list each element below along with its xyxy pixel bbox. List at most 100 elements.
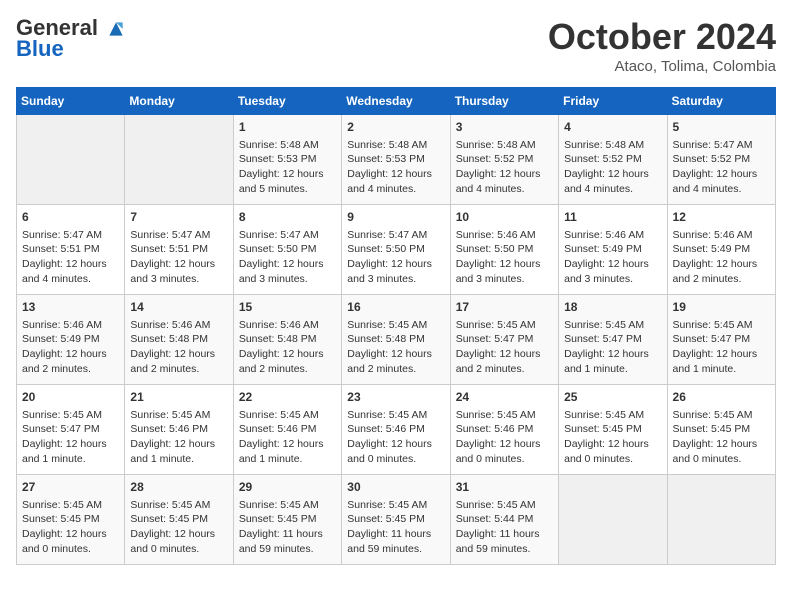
calendar-cell: 6Sunrise: 5:47 AM Sunset: 5:51 PM Daylig…	[17, 205, 125, 295]
calendar-table: SundayMondayTuesdayWednesdayThursdayFrid…	[16, 87, 776, 565]
col-header-tuesday: Tuesday	[233, 88, 341, 115]
col-header-saturday: Saturday	[667, 88, 775, 115]
calendar-cell: 14 Sunrise: 5:46 AM Sunset: 5:48 PM Dayli…	[125, 295, 233, 385]
location: Ataco, Tolima, Colombia	[548, 58, 776, 75]
day-info: Sunrise: 5:46 AM Sunset: 5:49 PM Dayligh…	[564, 228, 661, 287]
calendar-cell: 16 Sunrise: 5:45 AM Sunset: 5:48 PM Dayli…	[342, 295, 450, 385]
calendar-cell: 30Sunrise: 5:45 AM Sunset: 5:45 PM Dayli…	[342, 475, 450, 565]
day-number: 17	[456, 299, 553, 316]
calendar-cell: 4 Sunrise: 5:48 AM Sunset: 5:52 PM Daylig…	[559, 115, 667, 205]
day-info: Sunrise: 5:45 AM Sunset: 5:45 PM Dayligh…	[564, 408, 661, 467]
day-info: Sunrise: 5:48 AM Sunset: 5:53 PM Dayligh…	[347, 138, 444, 197]
day-info: Sunrise: 5:45 AM Sunset: 5:46 PM Dayligh…	[130, 408, 227, 467]
calendar-cell: 15 Sunrise: 5:46 AM Sunset: 5:48 PM Dayli…	[233, 295, 341, 385]
calendar-cell: 29 Sunrise: 5:45 AM Sunset: 5:45 PM Dayli…	[233, 475, 341, 565]
day-info: Sunrise: 5:46 AM Sunset: 5:49 PM Dayligh…	[673, 228, 770, 287]
day-number: 7	[130, 209, 227, 226]
day-info: Sunrise: 5:48 AM Sunset: 5:52 PM Dayligh…	[456, 138, 553, 197]
day-info: Sunrise: 5:45 AM Sunset: 5:44 PM Dayligh…	[456, 498, 553, 557]
day-number: 5	[673, 119, 770, 136]
day-number: 1	[239, 119, 336, 136]
day-number: 8	[239, 209, 336, 226]
calendar-cell: 26 Sunrise: 5:45 AM Sunset: 5:45 PM Dayli…	[667, 385, 775, 475]
day-info: Sunrise: 5:46 AM Sunset: 5:49 PM Dayligh…	[22, 318, 119, 377]
calendar-cell: 24Sunrise: 5:45 AM Sunset: 5:46 PM Dayli…	[450, 385, 558, 475]
calendar-cell: 10 Sunrise: 5:46 AM Sunset: 5:50 PM Dayli…	[450, 205, 558, 295]
calendar-cell	[559, 475, 667, 565]
day-number: 13	[22, 299, 119, 316]
day-number: 24	[456, 389, 553, 406]
day-info: Sunrise: 5:45 AM Sunset: 5:46 PM Dayligh…	[347, 408, 444, 467]
calendar-cell: 7 Sunrise: 5:47 AM Sunset: 5:51 PM Daylig…	[125, 205, 233, 295]
calendar-cell: 21 Sunrise: 5:45 AM Sunset: 5:46 PM Dayli…	[125, 385, 233, 475]
calendar-cell	[667, 475, 775, 565]
day-info: Sunrise: 5:45 AM Sunset: 5:45 PM Dayligh…	[673, 408, 770, 467]
calendar-header-row: SundayMondayTuesdayWednesdayThursdayFrid…	[17, 88, 776, 115]
day-info: Sunrise: 5:45 AM Sunset: 5:45 PM Dayligh…	[22, 498, 119, 557]
day-info: Sunrise: 5:45 AM Sunset: 5:45 PM Dayligh…	[347, 498, 444, 557]
calendar-cell	[125, 115, 233, 205]
calendar-cell: 3 Sunrise: 5:48 AM Sunset: 5:52 PM Daylig…	[450, 115, 558, 205]
day-info: Sunrise: 5:45 AM Sunset: 5:47 PM Dayligh…	[564, 318, 661, 377]
calendar-cell: 18 Sunrise: 5:45 AM Sunset: 5:47 PM Dayli…	[559, 295, 667, 385]
day-info: Sunrise: 5:47 AM Sunset: 5:51 PM Dayligh…	[130, 228, 227, 287]
calendar-cell: 12 Sunrise: 5:46 AM Sunset: 5:49 PM Dayli…	[667, 205, 775, 295]
day-info: Sunrise: 5:46 AM Sunset: 5:50 PM Dayligh…	[456, 228, 553, 287]
calendar-week-4: 20Sunrise: 5:45 AM Sunset: 5:47 PM Dayli…	[17, 385, 776, 475]
day-number: 31	[456, 479, 553, 496]
day-info: Sunrise: 5:45 AM Sunset: 5:45 PM Dayligh…	[239, 498, 336, 557]
day-number: 22	[239, 389, 336, 406]
day-number: 28	[130, 479, 227, 496]
calendar-week-1: 1 Sunrise: 5:48 AM Sunset: 5:53 PM Daylig…	[17, 115, 776, 205]
day-number: 23	[347, 389, 444, 406]
day-number: 16	[347, 299, 444, 316]
day-info: Sunrise: 5:46 AM Sunset: 5:48 PM Dayligh…	[239, 318, 336, 377]
day-number: 20	[22, 389, 119, 406]
calendar-cell: 25 Sunrise: 5:45 AM Sunset: 5:45 PM Dayli…	[559, 385, 667, 475]
day-info: Sunrise: 5:48 AM Sunset: 5:53 PM Dayligh…	[239, 138, 336, 197]
day-number: 12	[673, 209, 770, 226]
day-info: Sunrise: 5:45 AM Sunset: 5:47 PM Dayligh…	[673, 318, 770, 377]
day-number: 10	[456, 209, 553, 226]
col-header-sunday: Sunday	[17, 88, 125, 115]
day-number: 18	[564, 299, 661, 316]
day-number: 25	[564, 389, 661, 406]
calendar-cell: 28 Sunrise: 5:45 AM Sunset: 5:45 PM Dayli…	[125, 475, 233, 565]
day-number: 4	[564, 119, 661, 136]
day-number: 11	[564, 209, 661, 226]
calendar-cell: 13 Sunrise: 5:46 AM Sunset: 5:49 PM Dayli…	[17, 295, 125, 385]
day-number: 21	[130, 389, 227, 406]
calendar-cell	[17, 115, 125, 205]
day-number: 19	[673, 299, 770, 316]
calendar-week-5: 27Sunrise: 5:45 AM Sunset: 5:45 PM Dayli…	[17, 475, 776, 565]
day-info: Sunrise: 5:47 AM Sunset: 5:50 PM Dayligh…	[347, 228, 444, 287]
calendar-cell: 8Sunrise: 5:47 AM Sunset: 5:50 PM Daylig…	[233, 205, 341, 295]
calendar-cell: 23 Sunrise: 5:45 AM Sunset: 5:46 PM Dayli…	[342, 385, 450, 475]
calendar-cell: 5Sunrise: 5:47 AM Sunset: 5:52 PM Daylig…	[667, 115, 775, 205]
col-header-friday: Friday	[559, 88, 667, 115]
day-number: 26	[673, 389, 770, 406]
col-header-wednesday: Wednesday	[342, 88, 450, 115]
calendar-cell: 27Sunrise: 5:45 AM Sunset: 5:45 PM Dayli…	[17, 475, 125, 565]
page-header: General Blue October 2024 Ataco, Tolima,…	[16, 16, 776, 75]
calendar-cell: 11 Sunrise: 5:46 AM Sunset: 5:49 PM Dayli…	[559, 205, 667, 295]
calendar-cell: 19 Sunrise: 5:45 AM Sunset: 5:47 PM Dayli…	[667, 295, 775, 385]
day-number: 6	[22, 209, 119, 226]
calendar-week-3: 13 Sunrise: 5:46 AM Sunset: 5:49 PM Dayli…	[17, 295, 776, 385]
day-info: Sunrise: 5:48 AM Sunset: 5:52 PM Dayligh…	[564, 138, 661, 197]
day-number: 15	[239, 299, 336, 316]
logo: General Blue	[16, 16, 126, 62]
day-info: Sunrise: 5:45 AM Sunset: 5:48 PM Dayligh…	[347, 318, 444, 377]
day-number: 3	[456, 119, 553, 136]
calendar-cell: 2Sunrise: 5:48 AM Sunset: 5:53 PM Daylig…	[342, 115, 450, 205]
col-header-thursday: Thursday	[450, 88, 558, 115]
calendar-cell: 20Sunrise: 5:45 AM Sunset: 5:47 PM Dayli…	[17, 385, 125, 475]
calendar-cell: 9 Sunrise: 5:47 AM Sunset: 5:50 PM Daylig…	[342, 205, 450, 295]
day-number: 29	[239, 479, 336, 496]
day-number: 14	[130, 299, 227, 316]
day-info: Sunrise: 5:45 AM Sunset: 5:46 PM Dayligh…	[239, 408, 336, 467]
day-info: Sunrise: 5:45 AM Sunset: 5:45 PM Dayligh…	[130, 498, 227, 557]
calendar-cell: 17Sunrise: 5:45 AM Sunset: 5:47 PM Dayli…	[450, 295, 558, 385]
day-info: Sunrise: 5:46 AM Sunset: 5:48 PM Dayligh…	[130, 318, 227, 377]
day-number: 9	[347, 209, 444, 226]
